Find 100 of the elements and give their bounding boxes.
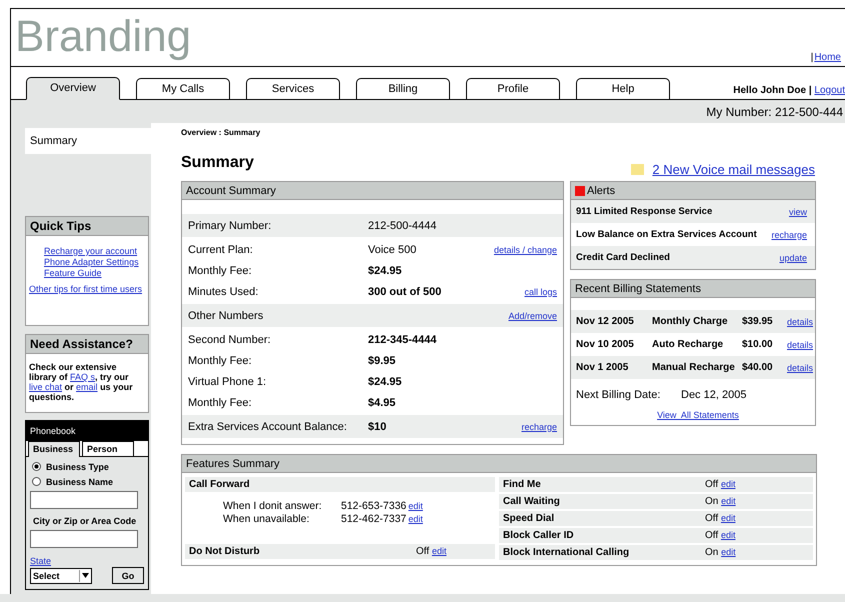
page-title: Summary: [181, 154, 254, 172]
nav-tab[interactable]: Billing: [356, 78, 450, 99]
statement-amount: $39.95: [742, 316, 774, 327]
location-field[interactable]: [30, 530, 138, 548]
edit-link[interactable]: edit: [720, 530, 736, 540]
tip-link[interactable]: Other tips for first time users: [26, 279, 148, 299]
edit-link[interactable]: edit: [432, 546, 446, 556]
nav-tab[interactable]: Profile: [466, 78, 560, 99]
alert-text: Low Balance on Extra Services Account: [576, 229, 757, 240]
all-statements-link[interactable]: View All Statements: [657, 410, 739, 420]
brand-logo: Branding: [15, 11, 192, 63]
field-label: Monthly Fee:: [188, 264, 253, 276]
my-number: My Number: 212-500-444: [706, 104, 843, 118]
edit-link[interactable]: edit: [408, 500, 423, 510]
field-value: Voice 500: [368, 244, 418, 256]
panel-title: Quick Tips: [26, 217, 148, 236]
sidebar-item[interactable]: Summary: [25, 128, 151, 154]
field-value: 212-500-4444: [368, 220, 438, 232]
tip-link[interactable]: Feature Guide: [44, 268, 148, 279]
statement-date: Nov 10 2005: [576, 339, 635, 350]
logout-link[interactable]: Logout: [814, 85, 845, 96]
edit-link[interactable]: edit: [721, 496, 736, 506]
help-link[interactable]: email: [76, 382, 98, 392]
field-label: Monthly Fee:: [188, 354, 253, 366]
details-link[interactable]: details: [787, 316, 814, 326]
go-button[interactable]: Go: [112, 567, 144, 584]
field-label: Virtual Phone 1:: [188, 376, 268, 388]
feature-status: Off: [705, 479, 718, 490]
radio-button[interactable]: [32, 462, 41, 471]
field-label: Next Billing Date:: [576, 389, 662, 401]
feature-status: Off: [705, 513, 718, 524]
feature-status: Off: [705, 530, 718, 541]
field-label: Primary Number:: [188, 220, 272, 232]
alert-link[interactable]: recharge: [771, 230, 807, 240]
panel-title: Recent Billing Statements: [571, 280, 815, 298]
details-link[interactable]: details: [787, 362, 814, 372]
phone-number: 512-462-7337: [341, 512, 406, 524]
phonebook-tab[interactable]: Business: [28, 441, 80, 457]
phonebook-tab[interactable]: Person: [82, 441, 134, 456]
field-label: Extra Services Account Balance:: [188, 420, 348, 432]
details-link[interactable]: details: [787, 340, 814, 350]
alert-text: Credit Card Declined: [576, 252, 670, 263]
feature-status: On: [705, 547, 718, 558]
nav-tab[interactable]: Overview: [26, 77, 120, 100]
feature-status: Off: [416, 546, 430, 557]
field-label: Monthly Fee:: [188, 396, 253, 408]
field-value: $10: [368, 420, 388, 432]
statement-type: Manual Recharge: [652, 362, 736, 373]
help-link[interactable]: FAQ s: [70, 372, 96, 382]
feature-name: Block International Calling: [503, 547, 630, 558]
edit-link[interactable]: edit: [721, 547, 736, 557]
voicemail-link[interactable]: 2 New Voice mail messages: [652, 162, 815, 176]
home-link[interactable]: Home: [814, 52, 841, 63]
help-text: Check our extensive library of FAQ s, try our live chat or email us your questions.: [28, 361, 134, 404]
field-label: City or Zip or Area Code: [33, 516, 138, 526]
field-label: Second Number:: [188, 334, 272, 346]
field-value: $24.95: [368, 376, 403, 388]
row-link[interactable]: call logs: [524, 286, 557, 296]
tip-link[interactable]: Phone Adapter Settings: [44, 257, 148, 268]
dropdown-icon: [82, 573, 89, 578]
field-value: $9.95: [368, 354, 397, 366]
feature-name: Call Forward: [189, 479, 251, 490]
feature-name: Speed Dial: [503, 513, 556, 524]
help-link[interactable]: live chat: [29, 382, 62, 392]
alert-link[interactable]: update: [779, 252, 807, 262]
statement-amount: $10.00: [742, 339, 774, 350]
phone-number: 512-653-7336: [341, 500, 406, 512]
nav-tab[interactable]: My Calls: [136, 78, 230, 99]
nav-tab[interactable]: Services: [246, 78, 340, 99]
field-label: When I donit answer:: [223, 500, 323, 512]
breadcrumb: Overview : Summary: [181, 128, 262, 137]
edit-link[interactable]: edit: [720, 513, 736, 523]
row-link[interactable]: recharge: [521, 422, 557, 432]
search-field[interactable]: [30, 491, 138, 509]
feature-name: Do Not Disturb: [189, 546, 261, 557]
field-value: $24.95: [368, 264, 403, 276]
tip-link[interactable]: Recharge your account: [44, 246, 148, 257]
edit-link[interactable]: edit: [720, 479, 736, 489]
field-value: Dec 12, 2005: [681, 389, 746, 401]
row-link[interactable]: Add/remove: [508, 310, 557, 320]
field-value: 212-345-4444: [368, 334, 438, 346]
radio-label: Business Name: [46, 476, 114, 486]
statement-type: Auto Recharge: [652, 339, 724, 350]
panel-title: Phonebook: [26, 421, 148, 441]
panel-title: Alerts: [587, 184, 616, 196]
greeting: Hello John Doe |: [733, 85, 812, 96]
state-dropdown[interactable]: Select: [30, 568, 92, 584]
separator: |: [810, 52, 814, 63]
radio-button[interactable]: [32, 477, 41, 486]
statement-amount: $40.00: [742, 362, 774, 373]
panel-title: Account Summary: [182, 182, 563, 200]
alert-link[interactable]: view: [788, 206, 807, 216]
row-link[interactable]: details / change: [494, 244, 557, 254]
alert-text: 911 Limited Response Service: [576, 206, 712, 217]
feature-name: Block Caller ID: [503, 530, 575, 541]
nav-tab[interactable]: Help: [576, 78, 670, 99]
field-value: $4.95: [368, 396, 397, 408]
state-link[interactable]: State: [30, 556, 144, 566]
edit-link[interactable]: edit: [408, 514, 423, 524]
statement-type: Monthly Charge: [652, 316, 729, 327]
